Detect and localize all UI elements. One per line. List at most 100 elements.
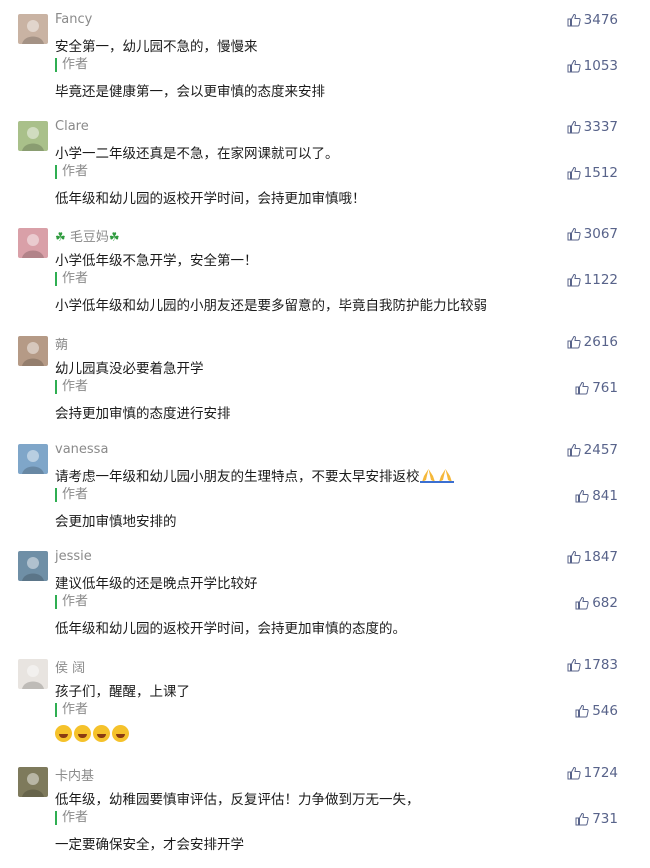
praying-hands-emoji-icon [419,469,437,483]
reply-like-button[interactable]: 731 [575,811,618,827]
reply-like-count: 546 [592,703,618,719]
thumb-up-icon [575,704,589,718]
reply-like-button[interactable]: 841 [575,488,618,504]
comment-text-body: 请考虑一年级和幼儿园小朋友的生理特点，不要太早安排返校 [55,469,420,485]
reply-like-button[interactable]: 1512 [567,165,618,181]
like-count: 3067 [583,226,618,242]
thumb-up-icon [575,812,589,826]
comment-text: 小学一二年级还真是不急，在家网课就可以了。 [55,146,339,162]
comment-item: Fancy 安全第一，幼儿园不急的，慢慢来 3476 作者 1053 毕竟还是健… [0,8,650,115]
author-reply-label: 作者 [55,488,88,502]
thumb-up-icon [575,381,589,395]
author-reply-text: 会持更加审慎的态度进行安排 [55,406,231,422]
like-button[interactable]: 2457 [567,442,618,458]
reply-like-button[interactable]: 761 [575,380,618,396]
comment-feed: Fancy 安全第一，幼儿园不急的，慢慢来 3476 作者 1053 毕竟还是健… [0,0,650,853]
laughing-emoji-icon [74,725,91,742]
commenter-nickname: ☘ 毛豆妈☘ [55,226,120,245]
comment-item: jessie 建议低年级的还是晚点开学比较好 1847 作者 682 低年级和幼… [0,545,650,652]
comment-item: 卡内基 低年级，幼稚园要慎审评估，反复评估！力争做到万无一失， 1724 作者 … [0,761,650,868]
like-button[interactable]: 3337 [567,119,618,135]
avatar[interactable] [18,14,48,44]
like-count: 2616 [583,334,618,350]
commenter-nickname: Fancy [55,12,93,27]
thumb-up-icon [567,443,581,457]
like-count: 1847 [583,549,618,565]
comment-item: Clare 小学一二年级还真是不急，在家网课就可以了。 3337 作者 1512… [0,115,650,222]
reply-like-count: 761 [592,380,618,396]
author-reply-text: 一定要确保安全，才会安排开学 [55,837,244,853]
author-reply-text: 低年级和幼儿园的返校开学时间，会持更加审慎的态度的。 [55,621,406,637]
avatar[interactable] [18,659,48,689]
thumb-up-icon [567,766,581,780]
reply-like-count: 841 [592,488,618,504]
reply-like-count: 1053 [583,58,618,74]
reply-like-button[interactable]: 682 [575,595,618,611]
avatar[interactable] [18,444,48,474]
avatar[interactable] [18,121,48,151]
author-reply-text: 低年级和幼儿园的返校开学时间，会持更加审慎哦！ [55,191,366,207]
like-button[interactable]: 3476 [567,12,618,28]
avatar[interactable] [18,336,48,366]
thumb-up-icon [567,550,581,564]
thumb-up-icon [567,335,581,349]
commenter-nickname: Clare [55,119,89,134]
like-count: 1724 [583,765,618,781]
commenter-nickname: jessie [55,549,92,564]
reply-like-button[interactable]: 546 [575,703,618,719]
author-reply-label: 作者 [55,703,88,717]
nickname-text: 毛豆妈 [69,230,109,245]
reply-like-count: 731 [592,811,618,827]
thumb-up-icon [567,227,581,241]
author-reply-label: 作者 [55,811,88,825]
thumb-up-icon [567,658,581,672]
praying-hands-emoji-icon [436,469,454,483]
author-reply-text: 会更加审慎地安排的 [55,514,177,530]
reply-like-button[interactable]: 1053 [567,58,618,74]
thumb-up-icon [575,489,589,503]
avatar[interactable] [18,767,48,797]
author-reply-label: 作者 [55,272,88,286]
author-reply-text: 小学低年级和幼儿园的小朋友还是要多留意的，毕竟自我防护能力比较弱 [55,298,487,314]
laughing-emoji-icon [55,725,72,742]
author-reply-label: 作者 [55,380,88,394]
thumb-up-icon [567,59,581,73]
reply-like-count: 1512 [583,165,618,181]
author-reply-label: 作者 [55,165,88,179]
comment-item: 蒴 幼儿园真没必要着急开学 2616 作者 761 会持更加审慎的态度进行安排 [0,330,650,437]
clover-icon: ☘ [108,230,120,244]
like-count: 2457 [583,442,618,458]
commenter-nickname: 蒴 [55,338,69,353]
like-count: 3337 [583,119,618,135]
comment-text: 幼儿园真没必要着急开学 [55,361,204,377]
comment-item: 侯 阔 孩子们，醒醒，上课了 1783 作者 546 [0,653,650,760]
like-button[interactable]: 1783 [567,657,618,673]
laughing-emoji-icon [93,725,110,742]
thumb-up-icon [567,120,581,134]
like-count: 1783 [583,657,618,673]
commenter-nickname: 侯 阔 [55,661,86,676]
comment-text: 孩子们，醒醒，上课了 [55,684,190,700]
comment-text: 安全第一，幼儿园不急的，慢慢来 [55,39,258,55]
avatar[interactable] [18,551,48,581]
thumb-up-icon [567,166,581,180]
comment-text: 请考虑一年级和幼儿园小朋友的生理特点，不要太早安排返校 [55,465,454,485]
thumb-up-icon [567,13,581,27]
like-button[interactable]: 1847 [567,549,618,565]
clover-icon: ☘ [55,230,66,244]
like-button[interactable]: 1724 [567,765,618,781]
comment-text: 小学低年级不急开学，安全第一！ [55,253,258,269]
like-count: 3476 [583,12,618,28]
comment-text: 低年级，幼稚园要慎审评估，反复评估！力争做到万无一失， [55,792,420,808]
laughing-emoji-icon [112,725,129,742]
like-button[interactable]: 3067 [567,226,618,242]
comment-item: ☘ 毛豆妈☘ 小学低年级不急开学，安全第一！ 3067 作者 1122 小学低年… [0,222,650,329]
author-reply-text [55,725,131,743]
avatar[interactable] [18,228,48,258]
thumb-up-icon [567,273,581,287]
thumb-up-icon [575,596,589,610]
like-button[interactable]: 2616 [567,334,618,350]
reply-like-button[interactable]: 1122 [567,272,618,288]
author-reply-text: 毕竟还是健康第一，会以更审慎的态度来安排 [55,84,325,100]
author-reply-label: 作者 [55,595,88,609]
